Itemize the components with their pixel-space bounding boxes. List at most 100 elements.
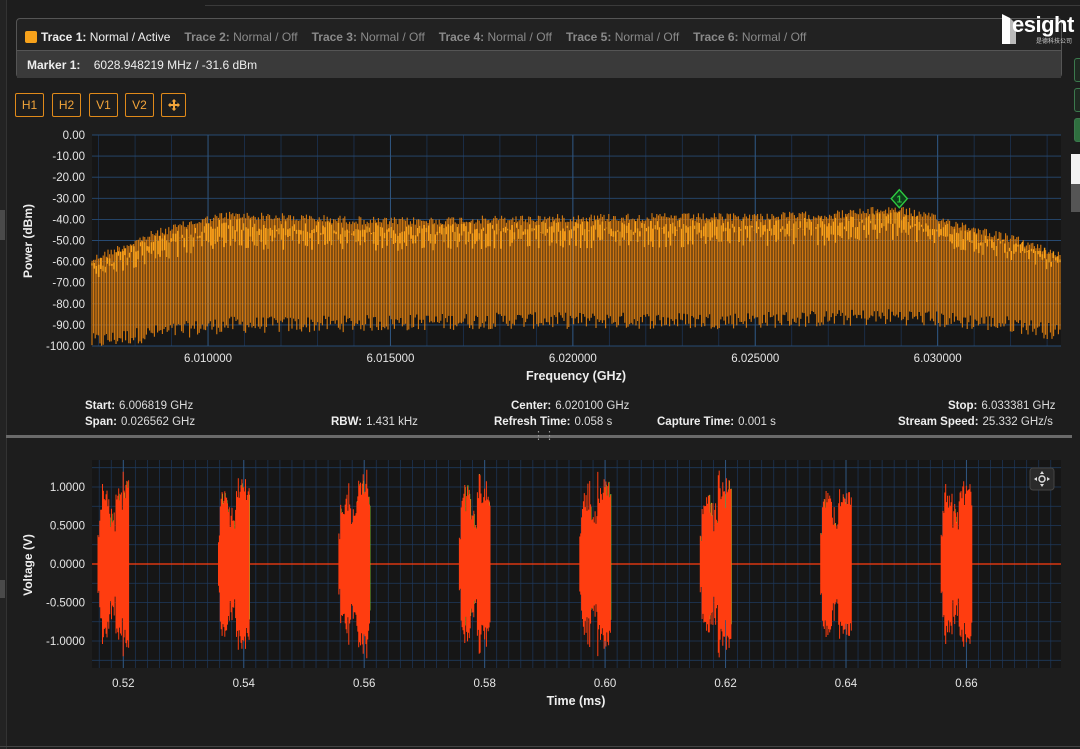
time-y-tick-label: -0.5000 <box>46 598 85 610</box>
splitter-grip-icon[interactable]: ⋮⋮ <box>533 430 555 443</box>
spectrum-x-tick-label: 6.025000 <box>731 353 779 365</box>
spectrum-y-tick-label: -90.00 <box>52 320 85 332</box>
trace-1-item[interactable]: Trace 1: Normal / Active <box>41 30 170 44</box>
logo-text: esight <box>1012 12 1074 37</box>
refresh-value: 0.058 s <box>574 416 613 428</box>
trace-1-swatch <box>25 31 37 43</box>
trace-status: Normal / Off <box>487 30 552 44</box>
h2-marker-button[interactable]: H2 <box>52 93 81 117</box>
trace-list: Trace 1: Normal / Active Trace 2: Normal… <box>25 28 820 46</box>
time-x-tick-label: 0.64 <box>835 678 858 690</box>
side-button[interactable] <box>1074 58 1080 82</box>
time-domain-chart[interactable]: 1.00000.50000.0000-0.5000-1.0000 0.52 0.5… <box>0 450 1080 740</box>
h1-marker-button[interactable]: H1 <box>15 93 44 117</box>
trace-panel: Trace 1: Normal / Active Trace 2: Normal… <box>16 18 1062 78</box>
start-readout: Start: 6.006819 GHz <box>85 400 193 412</box>
rbw-value: 1.431 kHz <box>366 416 418 428</box>
spectrum-y-tick-label: -100.00 <box>46 341 85 353</box>
spectrum-x-tick-label: 6.030000 <box>914 353 962 365</box>
refresh-label: Refresh Time: <box>494 416 571 428</box>
capture-readout: Capture Time: 0.001 s <box>657 416 776 428</box>
trace-3-item[interactable]: Trace 3: Normal / Off <box>312 30 425 44</box>
pan-button[interactable] <box>161 93 186 117</box>
time-y-tick-label: 0.5000 <box>50 520 85 532</box>
time-y-tick-label: -1.0000 <box>46 636 85 648</box>
trace-status: Normal / Off <box>233 30 298 44</box>
v2-marker-button[interactable]: V2 <box>125 93 154 117</box>
trace-label: Trace 1: <box>41 30 87 44</box>
time-y-tick-label: 1.0000 <box>50 482 85 494</box>
time-x-axis-label: Time (ms) <box>547 694 606 708</box>
capture-label: Capture Time: <box>657 416 735 428</box>
spectrum-x-axis-label: Frequency (GHz) <box>526 369 626 383</box>
time-y-axis-label: Voltage (V) <box>21 534 35 596</box>
stream-label: Stream Speed: <box>898 416 979 428</box>
v1-marker-button[interactable]: V1 <box>89 93 118 117</box>
spectrum-x-tick-label: 6.020000 <box>549 353 597 365</box>
center-readout: Center: 6.020100 GHz <box>511 400 629 412</box>
trace-label: Trace 3: <box>311 30 357 44</box>
spectrum-y-ticks: 0.00 -10.00 -20.00 -30.00 -40.00 -50.00 -60.00… <box>46 130 85 353</box>
marker-readout: Marker 1: 6028.948219 MHz / -31.6 dBm <box>17 50 1061 78</box>
trace-status: Normal / Off <box>741 30 807 44</box>
trace-5-item[interactable]: Trace 5: Normal / Off <box>566 30 679 44</box>
spectrum-y-axis-label: Power (dBm) <box>21 204 35 278</box>
trace-6-item[interactable]: Trace 6: Normal / Off <box>693 30 806 44</box>
time-y-ticks: 1.0000 0.5000 0.0000 -0.5000 -1.0000 <box>46 482 85 648</box>
spectrum-y-tick-label: -70.00 <box>52 278 85 290</box>
time-x-tick-label: 0.62 <box>714 678 736 690</box>
trace-status: Normal / Active <box>89 30 171 44</box>
spectrum-y-tick-label: -10.00 <box>52 151 85 163</box>
time-x-ticks: 0.52 0.54 0.56 0.58 0.60 0.62 0.64 0.66 <box>112 678 978 690</box>
spectrum-y-tick-label: -30.00 <box>52 193 85 205</box>
span-label: Span: <box>85 416 117 428</box>
stream-value: 25.332 GHz/s <box>982 416 1053 428</box>
trace-4-item[interactable]: Trace 4: Normal / Off <box>439 30 552 44</box>
stop-label: Stop: <box>948 400 978 412</box>
time-x-tick-label: 0.66 <box>955 678 977 690</box>
trace-status: Normal / Off <box>614 30 680 44</box>
bottom-border <box>0 746 1080 747</box>
logo-subtitle: 是德科技公司 <box>1036 39 1073 45</box>
span-value: 0.026562 GHz <box>120 416 196 428</box>
spectrum-x-tick-label: 6.015000 <box>366 353 414 365</box>
marker-label: Marker 1: <box>27 57 81 72</box>
start-label: Start: <box>85 400 116 412</box>
spectrum-x-tick-label: 6.010000 <box>184 353 232 365</box>
span-readout: Span: 0.026562 GHz <box>85 416 195 428</box>
trace-2-item[interactable]: Trace 2: Normal / Off <box>184 30 297 44</box>
autoscale-button[interactable] <box>1029 467 1055 491</box>
stream-readout: Stream Speed: 25.332 GHz/s <box>898 416 1053 428</box>
spectrum-y-tick-label: -40.00 <box>52 214 85 226</box>
spectrum-y-tick-label: -50.00 <box>52 236 85 248</box>
time-x-tick-label: 0.56 <box>353 678 375 690</box>
trace-label: Trace 5: <box>565 30 612 44</box>
move-arrows-icon <box>167 99 180 111</box>
center-label: Center: <box>511 400 552 412</box>
spectrum-x-ticks: 6.010000 6.015000 6.020000 6.025000 6.030000 <box>184 353 962 365</box>
trace-label: Trace 4: <box>438 30 485 44</box>
start-value: 6.006819 GHz <box>119 400 194 412</box>
time-x-tick-label: 0.58 <box>473 678 495 690</box>
spectrum-y-tick-label: -60.00 <box>52 257 85 269</box>
rbw-readout: RBW: 1.431 kHz <box>331 416 418 428</box>
time-x-tick-label: 0.52 <box>112 678 134 690</box>
time-y-tick-label: 0.0000 <box>50 559 85 571</box>
top-border <box>205 0 1080 6</box>
trace-status: Normal / Off <box>360 30 425 44</box>
spectrum-y-tick-label: -20.00 <box>52 172 85 184</box>
center-value: 6.020100 GHz <box>555 400 630 412</box>
spectrum-y-tick-label: -80.00 <box>52 299 85 311</box>
logo: esight 是德科技公司 <box>1000 6 1080 50</box>
marker-value: 6028.948219 MHz / -31.6 dBm <box>93 57 258 72</box>
trace-label: Trace 6: <box>693 30 739 44</box>
stop-readout: Stop: 6.033381 GHz <box>948 400 1056 412</box>
refresh-readout: Refresh Time: 0.058 s <box>494 416 612 428</box>
capture-value: 0.001 s <box>738 416 776 428</box>
stop-value: 6.033381 GHz <box>981 400 1056 412</box>
side-button[interactable] <box>1074 88 1080 112</box>
time-x-tick-label: 0.54 <box>233 678 256 690</box>
time-x-tick-label: 0.60 <box>594 678 616 690</box>
marker-1-label: 1 <box>896 195 902 206</box>
trace-label: Trace 2: <box>184 30 230 44</box>
